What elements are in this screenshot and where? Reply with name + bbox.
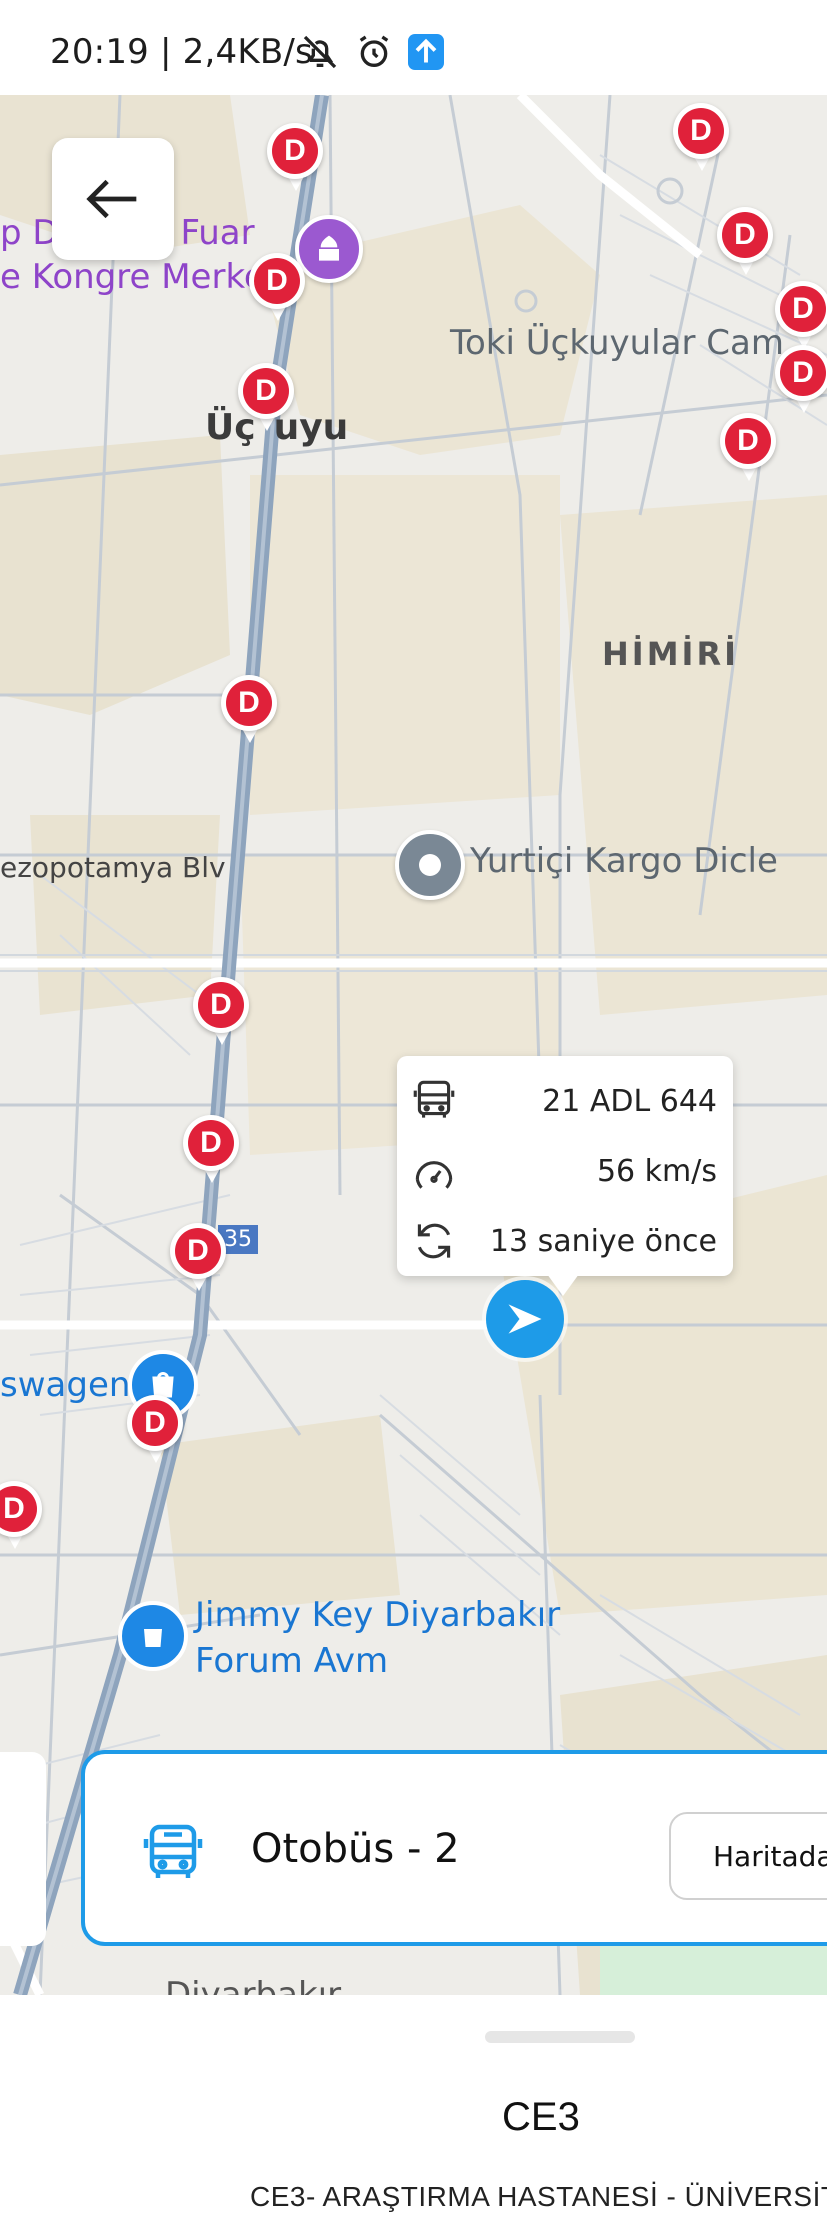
show-on-map-button[interactable]: Haritada (669, 1812, 827, 1900)
vehicle-info-popup: 21 ADL 644 56 km/s 13 saniye önce (397, 1056, 733, 1296)
bus-stop-pin[interactable]: D (193, 977, 251, 1049)
speedometer-icon (415, 1161, 453, 1189)
poi-label-forum-avm: Forum Avm (195, 1641, 389, 1681)
vehicle-speed: 56 km/s (596, 1153, 717, 1189)
arrow-left-icon (86, 179, 137, 219)
shopping-poi-icon-2[interactable] (118, 1601, 188, 1671)
bus-stop-pin[interactable]: D (775, 281, 827, 353)
vehicle-name: Otobüs - 2 (251, 1826, 460, 1872)
bottom-sheet[interactable]: CE3 CE3- ARAŞTIRMA HASTANESİ - ÜNİVERSİT… (0, 1995, 827, 2232)
bus-stop-pin[interactable]: D (249, 253, 307, 325)
bus-stop-pin[interactable]: D (673, 103, 731, 175)
refresh-icon (417, 1223, 451, 1259)
bus-stop-pin[interactable]: D (717, 207, 775, 279)
location-poi-icon[interactable] (395, 830, 465, 900)
bus-stop-pin[interactable]: D (720, 413, 778, 485)
poi-label-toki: Toki Üçkuyular Cam (450, 323, 784, 363)
navigation-arrow-icon (508, 1304, 542, 1334)
district-label-himiri: HİMİRİ (602, 635, 739, 673)
route-title: CE3 (502, 2095, 580, 2139)
bell-off-icon (303, 35, 337, 69)
bus-stop-pin[interactable]: D (267, 123, 325, 195)
poi-label-jimmy-key: Jimmy Key Diyarbakır (195, 1595, 561, 1635)
map-view[interactable]: p D kır Fuar e Kongre Merke Üç uyu Toki … (0, 95, 827, 1995)
bus-stop-pin[interactable]: D (0, 1481, 44, 1553)
poi-label-kongre: e Kongre Merke (0, 257, 265, 297)
vehicle-plate: 21 ADL 644 (542, 1083, 717, 1119)
poi-label-yurtici: Yurtiçi Kargo Dicle (470, 841, 778, 881)
route-subtitle: CE3- ARAŞTIRMA HASTANESİ - ÜNİVERSİTE (250, 2181, 827, 2212)
road-label-mezopotamya: ezopotamya Blv (0, 851, 226, 884)
bus-stop-pin[interactable]: D (775, 345, 827, 417)
bus-stop-pin[interactable]: D (170, 1223, 228, 1295)
info-row-speed: 56 km/s (397, 1136, 733, 1206)
vehicle-location-marker[interactable] (486, 1280, 564, 1358)
bus-card-icon (143, 1824, 203, 1878)
area-label-diyarbakir: Diyarbakır (165, 1975, 342, 1995)
status-bar: 20:19 | 2,4KB/s (0, 0, 827, 95)
status-icons (300, 32, 444, 72)
upload-icon (408, 34, 444, 70)
bus-stop-pin[interactable]: D (221, 675, 279, 747)
last-update-time: 13 saniye önce (489, 1223, 717, 1259)
map-roads (0, 95, 827, 1995)
vehicle-card[interactable]: Otobüs - 2 Haritada (81, 1750, 827, 1946)
previous-vehicle-card[interactable] (0, 1752, 46, 1946)
bus-icon (413, 1080, 455, 1118)
sheet-drag-handle[interactable] (485, 2031, 635, 2043)
back-button[interactable] (52, 138, 174, 260)
bus-stop-pin[interactable]: D (238, 363, 296, 435)
info-row-updated: 13 saniye önce (397, 1206, 733, 1276)
info-row-plate: 21 ADL 644 (397, 1066, 733, 1136)
poi-label-swagen: swagen (0, 1365, 131, 1405)
bus-stop-pin[interactable]: D (127, 1395, 185, 1467)
bus-stop-pin[interactable]: D (183, 1115, 241, 1187)
status-time-speed: 20:19 | 2,4KB/s (50, 32, 313, 72)
alarm-icon (359, 35, 389, 67)
